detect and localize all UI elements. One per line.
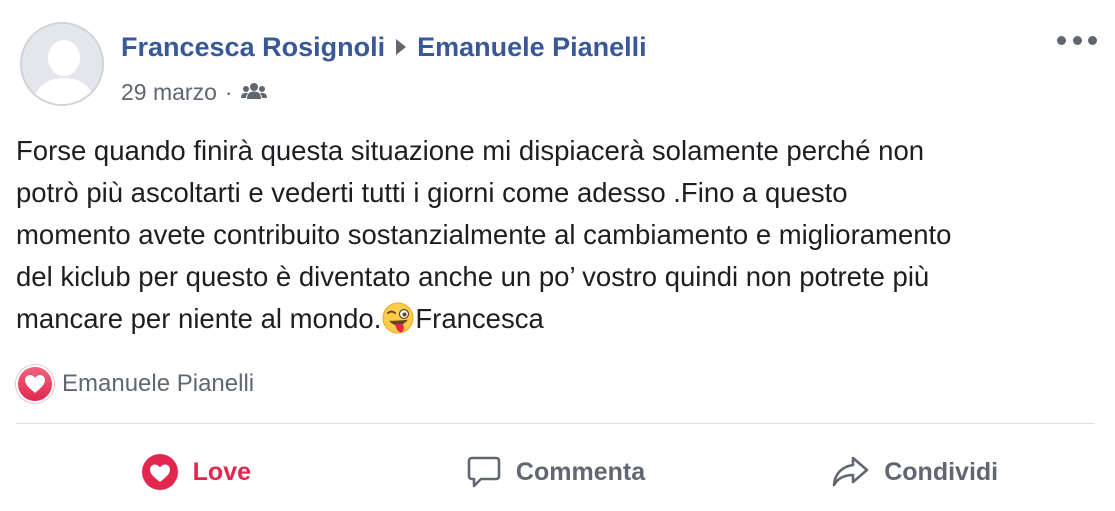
- author-avatar[interactable]: [20, 22, 104, 106]
- post-signature: Francesca: [415, 303, 544, 334]
- share-icon: [832, 454, 870, 490]
- post-text: Forse quando finirà questa situazione mi…: [16, 130, 1101, 340]
- post-meta: 29 marzo ·: [121, 77, 267, 107]
- action-bar: Love Commenta Condividi: [16, 444, 1095, 500]
- recipient-name[interactable]: Emanuele Pianelli: [417, 32, 647, 63]
- post-text-line: Forse quando finirà questa situazione mi…: [16, 135, 925, 166]
- post-text-line: mancare per niente al mondo.: [16, 303, 382, 334]
- comment-button[interactable]: Commenta: [376, 444, 736, 500]
- default-avatar-icon: [22, 24, 102, 104]
- more-options-button[interactable]: [1057, 30, 1097, 50]
- comment-label: Commenta: [515, 457, 646, 486]
- post-text-line: del kiclub per questo è diventato anche …: [16, 261, 930, 292]
- share-label: Condividi: [884, 457, 999, 486]
- love-label: Love: [192, 457, 252, 486]
- post-header: Francesca Rosignoli Emanuele Pianelli: [121, 29, 647, 65]
- more-options-icon: [1057, 35, 1066, 45]
- caret-right-icon: [395, 38, 407, 56]
- reaction-names[interactable]: Emanuele Pianelli: [62, 370, 254, 398]
- post-date[interactable]: 29 marzo: [121, 79, 217, 106]
- love-reaction-icon: [16, 365, 54, 403]
- author-name[interactable]: Francesca Rosignoli: [121, 32, 385, 63]
- winking-face-with-tongue-emoji: [382, 302, 414, 334]
- comment-icon: [466, 454, 502, 490]
- reactions-bar[interactable]: Emanuele Pianelli: [16, 364, 254, 404]
- love-button[interactable]: Love: [16, 444, 376, 500]
- friends-icon[interactable]: [240, 79, 267, 106]
- love-icon: [141, 453, 179, 491]
- meta-separator: ·: [224, 78, 233, 105]
- share-button[interactable]: Condividi: [735, 444, 1095, 500]
- post-text-line: potrò più ascoltarti e vederti tutti i g…: [16, 177, 848, 208]
- divider: [16, 423, 1095, 424]
- post-text-last-line: mancare per niente al mondo. Francesca: [16, 298, 1101, 340]
- post-text-line: momento avete contribuito sostanzialment…: [16, 219, 952, 250]
